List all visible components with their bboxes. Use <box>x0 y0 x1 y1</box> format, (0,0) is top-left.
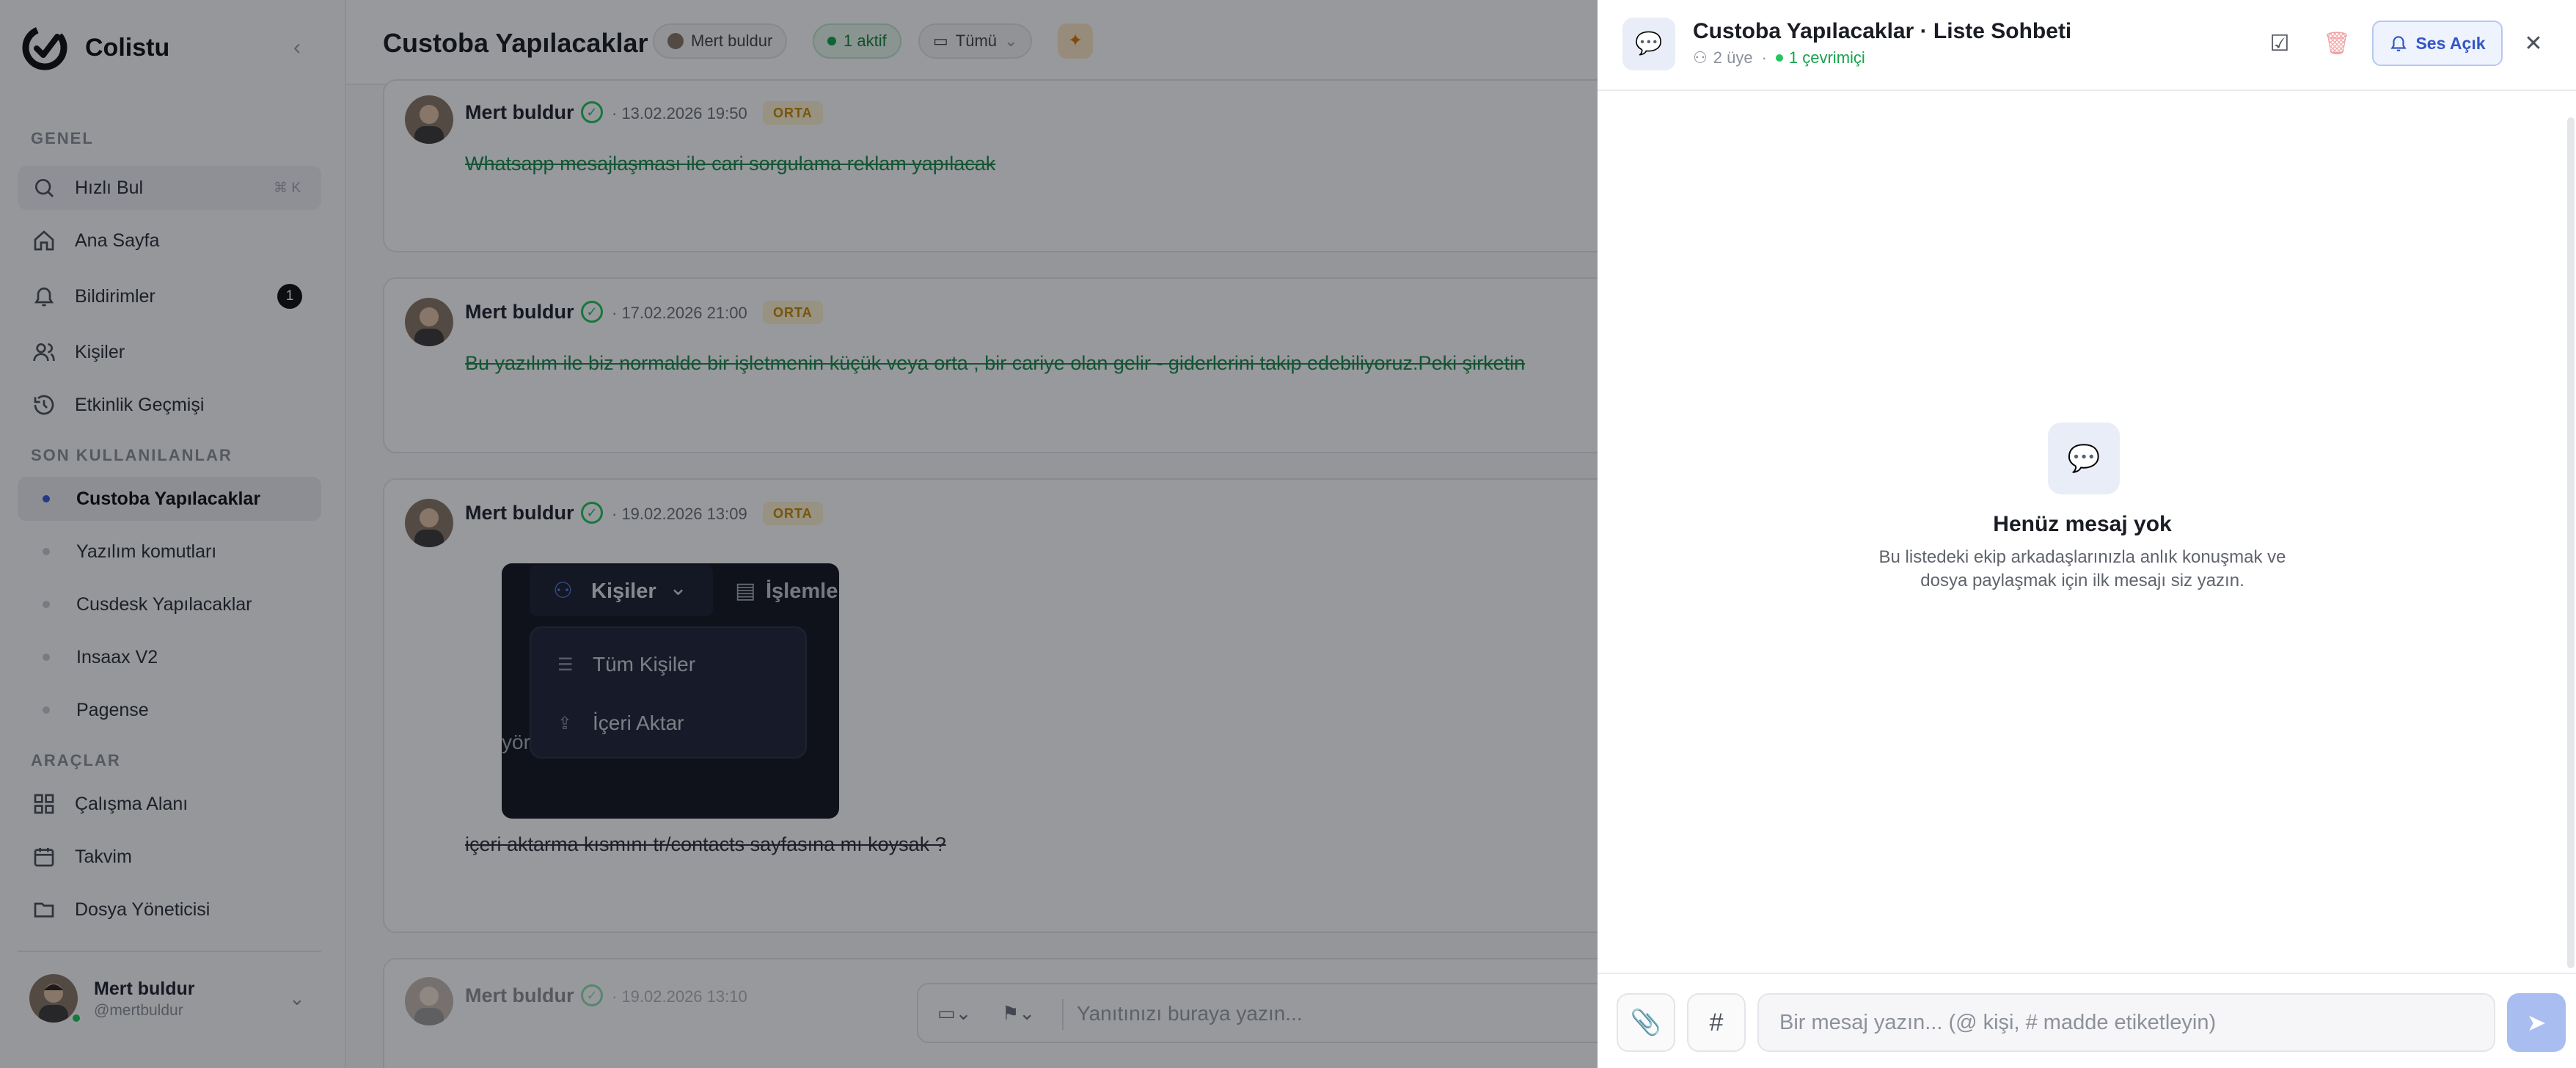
chat-bubble-icon: 💬 <box>1622 18 1675 70</box>
online-count-label: 1 çevrimiçi <box>1788 48 1865 67</box>
chat-header: 💬 Custoba Yapılacaklar · Liste Sohbeti ⚇… <box>1598 0 2576 91</box>
bell-icon <box>2390 36 2407 51</box>
chat-title: Custoba Yapılacaklar · Liste Sohbeti <box>1693 19 2072 43</box>
chat-meta: ⚇ 2 üye · 1 çevrimiçi <box>1693 48 1865 67</box>
online-dot-icon <box>1775 54 1783 62</box>
trash-icon[interactable]: 🗑 <box>2319 26 2354 62</box>
send-button[interactable]: ➤ <box>2507 993 2566 1052</box>
empty-state-description: Bu listedeki ekip arkadaşlarınızla anlık… <box>1878 547 2286 590</box>
member-count: 2 üye <box>1713 48 1753 67</box>
sound-toggle-button[interactable]: Ses Açık <box>2372 21 2503 66</box>
list-chat-panel: 💬 Custoba Yapılacaklar · Liste Sohbeti ⚇… <box>1598 0 2576 1068</box>
empty-state-title: Henüz mesaj yok <box>1993 512 2172 536</box>
chat-scrollbar[interactable] <box>2567 117 2575 968</box>
chat-message-input[interactable] <box>1757 993 2495 1052</box>
sound-toggle-label: Ses Açık <box>2415 33 2486 53</box>
chat-composer: 📎 # ➤ <box>1598 973 2576 1068</box>
empty-chat-icon: 💬 <box>2048 423 2120 494</box>
modal-backdrop[interactable] <box>0 0 1598 1068</box>
attach-file-button[interactable]: 📎 <box>1617 993 1675 1052</box>
meta-separator-icon: · <box>1761 48 1767 67</box>
tag-item-button[interactable]: # <box>1687 993 1746 1052</box>
close-icon[interactable]: ✕ <box>2516 26 2551 62</box>
task-list-icon[interactable]: ☑ <box>2262 26 2297 62</box>
members-icon: ⚇ <box>1693 48 1708 67</box>
online-count: 1 çevrimiçi <box>1775 48 1865 67</box>
